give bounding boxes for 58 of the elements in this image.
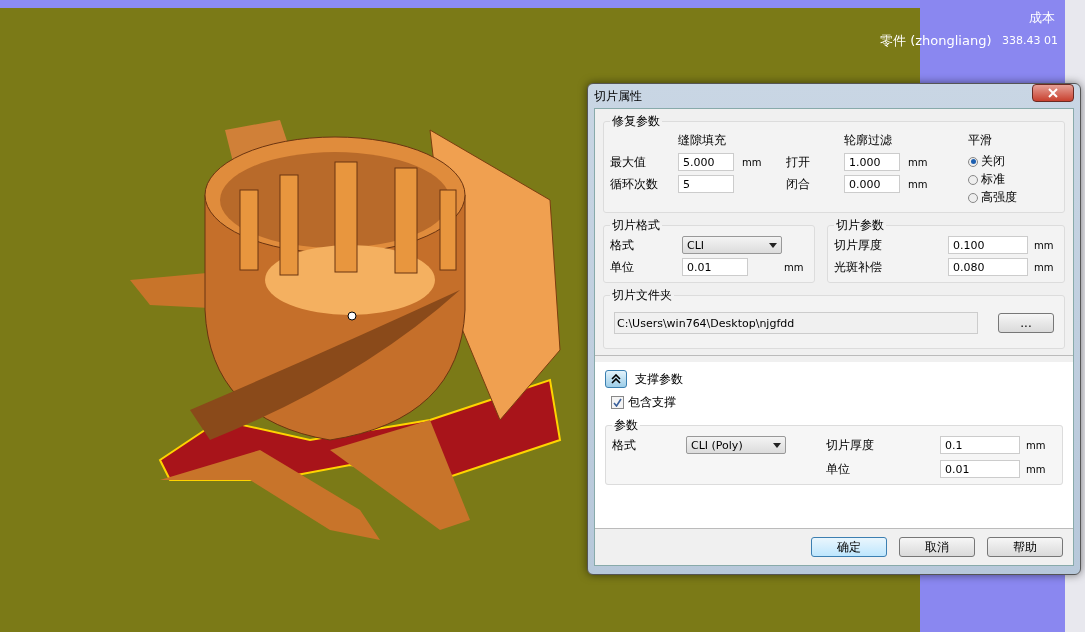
dialog-button[interactable]: 取消 <box>899 537 975 557</box>
collapse-button[interactable] <box>605 370 627 388</box>
section-title: 支撑参数 <box>635 370 683 388</box>
close-icon <box>1048 88 1058 98</box>
text-field[interactable]: 5.000 <box>678 153 734 171</box>
text-field[interactable]: 0.100 <box>948 236 1028 254</box>
unit-label: mm <box>1033 239 1055 251</box>
unit-label: mm <box>907 178 929 190</box>
unit-label: mm <box>1025 439 1047 451</box>
field-label: 光斑补偿 <box>834 258 883 276</box>
cost-value: 338.43 01 <box>1002 34 1058 47</box>
checkbox-label: 包含支撑 <box>628 394 676 411</box>
group-title: 切片格式 <box>611 217 661 234</box>
field-label: 格式 <box>610 236 635 254</box>
close-button[interactable] <box>1032 84 1074 102</box>
dialog-button[interactable]: 确定 <box>811 537 887 557</box>
unit-label: mm <box>783 261 805 273</box>
unit-label: mm <box>741 156 763 168</box>
field-label: 单位 <box>826 460 851 478</box>
unit-label: mm <box>1025 463 1047 475</box>
group-title: 切片参数 <box>835 217 885 234</box>
column-header: 成本 <box>1029 9 1055 27</box>
unit-label: mm <box>907 156 929 168</box>
dialog-button[interactable]: 帮助 <box>987 537 1063 557</box>
text-field[interactable]: 0.1 <box>940 436 1020 454</box>
field-label: 切片厚度 <box>834 236 883 254</box>
field-label: 闭合 <box>786 175 811 193</box>
caret-icon <box>769 242 777 248</box>
radio-option[interactable]: 关闭 <box>968 153 1058 170</box>
column-header: 平滑 <box>968 132 993 149</box>
checkbox[interactable]: 包含支撑 <box>605 394 1063 411</box>
text-field[interactable]: 0.000 <box>844 175 900 193</box>
field-label: 切片厚度 <box>826 436 875 454</box>
caret-icon <box>773 442 781 448</box>
dropdown[interactable]: CLI <box>682 236 782 254</box>
dropdown[interactable]: CLI (Poly) <box>686 436 786 454</box>
text-field[interactable]: 0.01 <box>940 460 1020 478</box>
field-label: 单位 <box>610 258 635 276</box>
text-field[interactable]: 1.000 <box>844 153 900 171</box>
column-header: 缝隙填充 <box>678 132 727 149</box>
browse-button[interactable]: ... <box>998 313 1054 333</box>
text-field[interactable]: 0.080 <box>948 258 1028 276</box>
radio-option[interactable]: 标准 <box>968 171 1058 188</box>
group-title: 修复参数 <box>611 113 661 130</box>
column-header: 轮廓过滤 <box>844 132 893 149</box>
field-label: 打开 <box>786 153 811 171</box>
chevron-icon <box>611 374 621 384</box>
unit-label: mm <box>1033 261 1055 273</box>
field-label: 最大值 <box>610 153 647 171</box>
text-field[interactable]: 0.01 <box>682 258 748 276</box>
window-title: 切片属性 <box>594 87 642 105</box>
group-title: 切片文件夹 <box>611 287 673 304</box>
radio-option[interactable]: 高强度 <box>968 189 1058 206</box>
field-label: 循环次数 <box>610 175 659 193</box>
field-label: 格式 <box>612 436 637 454</box>
group-title: 参数 <box>613 417 639 434</box>
path-field[interactable]: C:\Users\win764\Desktop\njgfdd <box>614 312 978 334</box>
text-field[interactable]: 5 <box>678 175 734 193</box>
